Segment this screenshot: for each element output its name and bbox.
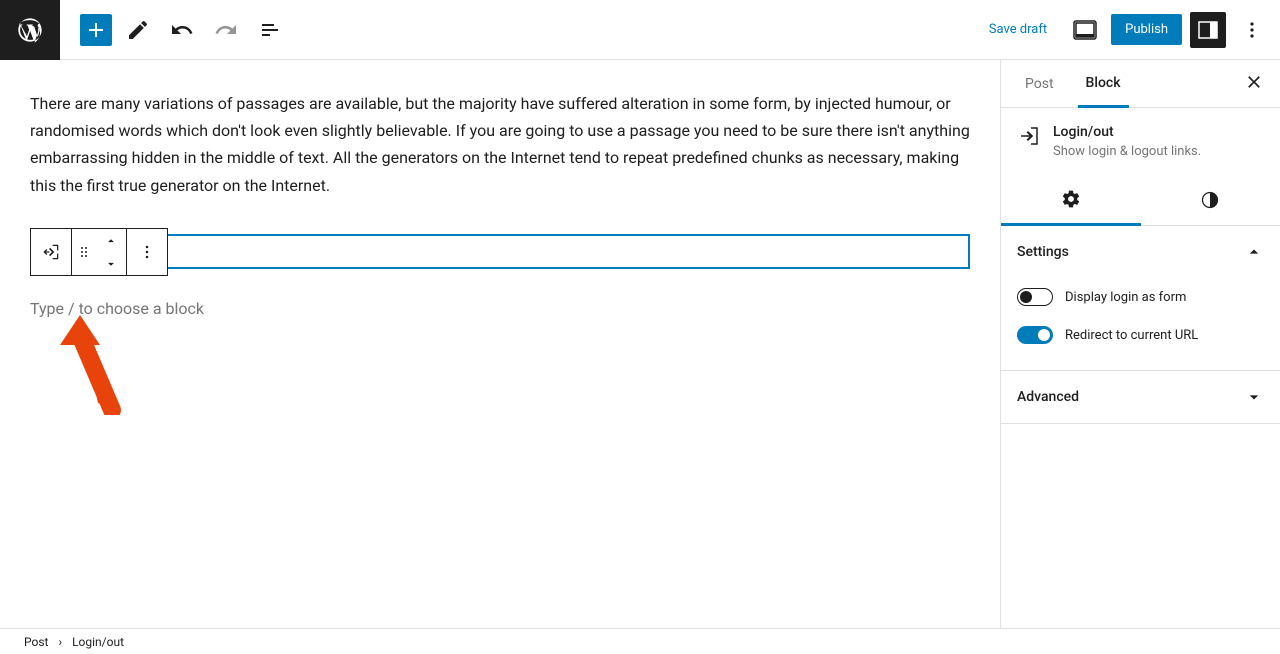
display-as-form-toggle[interactable] [1017, 288, 1053, 306]
preview-button[interactable] [1067, 12, 1103, 48]
chevron-right-icon: › [58, 635, 62, 649]
publish-button[interactable]: Publish [1111, 14, 1182, 45]
block-type-icon[interactable] [31, 229, 71, 275]
styles-icon [1200, 190, 1220, 210]
display-as-form-label: Display login as form [1065, 290, 1186, 305]
block-more-options-button[interactable] [127, 229, 167, 275]
undo-button[interactable] [164, 12, 200, 48]
redirect-label: Redirect to current URL [1065, 328, 1198, 343]
login-out-block[interactable]: Log out [30, 234, 970, 269]
paragraph-block[interactable]: There are many variations of passages ar… [30, 90, 970, 199]
tools-button[interactable] [120, 12, 156, 48]
more-options-button[interactable] [1234, 12, 1270, 48]
settings-panel-header[interactable]: Settings [1001, 226, 1280, 278]
tab-post[interactable]: Post [1017, 62, 1062, 106]
chevron-down-icon [1244, 387, 1264, 407]
drag-handle-icon[interactable] [72, 244, 96, 260]
advanced-panel-header[interactable]: Advanced [1001, 371, 1280, 423]
block-card-description: Show login & logout links. [1053, 144, 1201, 159]
block-card: Login/out Show login & logout links. [1001, 108, 1280, 175]
breadcrumb: Post › Login/out [0, 628, 1280, 654]
chevron-up-icon [1244, 242, 1264, 262]
settings-sidebar: Post Block Login/out Show login & logout… [1000, 60, 1280, 628]
document-overview-button[interactable] [252, 12, 288, 48]
add-block-button[interactable] [80, 14, 112, 46]
login-out-icon [1017, 124, 1041, 148]
top-toolbar: Save draft Publish [0, 0, 1280, 60]
move-down-button[interactable] [96, 252, 126, 275]
settings-panel-toggle[interactable] [1190, 12, 1226, 48]
tab-block[interactable]: Block [1078, 61, 1129, 108]
redirect-toggle[interactable] [1017, 326, 1053, 344]
block-card-title: Login/out [1053, 124, 1201, 140]
advanced-panel-title: Advanced [1017, 389, 1079, 405]
close-sidebar-button[interactable] [1244, 72, 1264, 96]
wordpress-logo[interactable] [0, 0, 60, 60]
block-toolbar [30, 228, 168, 276]
settings-subtab[interactable] [1001, 175, 1141, 226]
redo-button[interactable] [208, 12, 244, 48]
settings-panel-title: Settings [1017, 244, 1069, 260]
save-draft-button[interactable]: Save draft [977, 14, 1059, 45]
breadcrumb-root[interactable]: Post [24, 635, 48, 649]
move-up-button[interactable] [96, 229, 126, 252]
breadcrumb-current[interactable]: Login/out [72, 635, 124, 649]
gear-icon [1061, 189, 1081, 209]
block-appender-placeholder[interactable]: Type / to choose a block [30, 299, 970, 318]
annotation-arrow-icon [60, 315, 130, 419]
styles-subtab[interactable] [1141, 175, 1280, 225]
editor-canvas[interactable]: There are many variations of passages ar… [0, 60, 1000, 628]
